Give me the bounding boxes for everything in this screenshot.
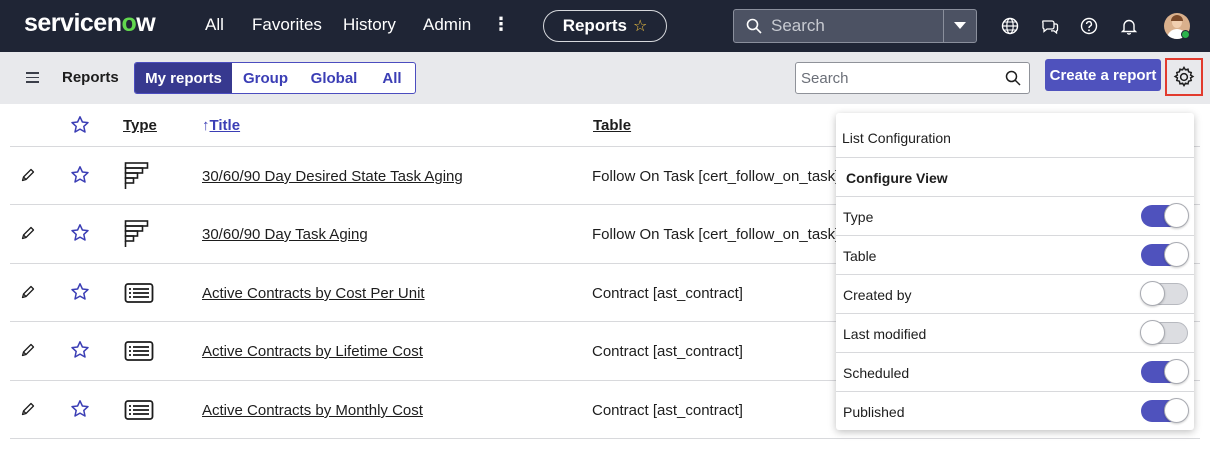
favorite-star-icon[interactable]	[70, 223, 90, 243]
search-icon[interactable]	[1005, 70, 1021, 86]
favorite-star-icon[interactable]	[70, 165, 90, 185]
config-option-label: Table	[843, 248, 877, 264]
list-search-placeholder: Search	[801, 70, 849, 87]
config-option-last-modified: Last modified	[836, 314, 1194, 353]
nav-favorites[interactable]: Favorites	[252, 15, 322, 35]
hamburger-icon[interactable]	[26, 72, 39, 86]
favorite-star-icon[interactable]	[70, 399, 90, 419]
report-title-link[interactable]: Active Contracts by Lifetime Cost	[202, 343, 423, 360]
report-table-name: Follow On Task [cert_follow_on_task]	[592, 168, 840, 185]
create-report-button[interactable]: Create a report	[1045, 59, 1161, 91]
globe-icon[interactable]	[1000, 16, 1020, 36]
edit-pencil-icon[interactable]	[20, 284, 36, 300]
config-option-scheduled: Scheduled	[836, 353, 1194, 392]
config-option-label: Type	[843, 209, 874, 225]
report-table-name: Follow On Task [cert_follow_on_task]	[592, 226, 840, 243]
toggle-scheduled[interactable]	[1141, 359, 1189, 384]
column-header-type[interactable]: Type	[123, 117, 157, 134]
nav-all[interactable]: All	[205, 15, 224, 35]
list-report-icon	[124, 400, 154, 420]
gear-icon	[1173, 66, 1195, 87]
nav-history[interactable]: History	[343, 15, 396, 35]
help-icon[interactable]	[1079, 16, 1099, 36]
segment-all[interactable]: All	[369, 63, 415, 93]
search-divider	[943, 10, 944, 42]
edit-pencil-icon[interactable]	[20, 167, 36, 183]
sort-ascending-icon: ↑	[202, 117, 210, 134]
report-table-name: Contract [ast_contract]	[592, 402, 743, 419]
list-report-icon	[124, 341, 154, 361]
horizontal-bar-chart-icon	[124, 162, 149, 189]
config-option-table: Table	[836, 236, 1194, 275]
chat-icon[interactable]	[1040, 16, 1060, 36]
toggle-table[interactable]	[1141, 242, 1189, 267]
report-title-link[interactable]: Active Contracts by Monthly Cost	[202, 402, 423, 419]
report-table-name: Contract [ast_contract]	[592, 285, 743, 302]
search-scope-dropdown-icon[interactable]	[954, 22, 966, 29]
app-pill-label: Reports	[562, 16, 627, 35]
config-option-label: Scheduled	[843, 365, 910, 381]
edit-pencil-icon[interactable]	[20, 225, 36, 241]
segment-my-reports[interactable]: My reports	[135, 63, 232, 93]
toggle-created-by[interactable]	[1140, 281, 1188, 306]
config-option-published: Published	[836, 392, 1194, 431]
search-icon	[746, 18, 762, 34]
online-status-dot	[1181, 30, 1190, 39]
report-title-link[interactable]: Active Contracts by Cost Per Unit	[202, 285, 425, 302]
nav-admin[interactable]: Admin	[423, 15, 471, 35]
list-report-icon	[124, 283, 154, 303]
page-title: Reports	[62, 69, 119, 86]
toggle-last-modified[interactable]	[1140, 320, 1188, 345]
column-header-table[interactable]: Table	[593, 117, 631, 134]
segment-global[interactable]: Global	[299, 63, 369, 93]
config-option-label: Published	[843, 404, 905, 420]
favorites-column-star-icon[interactable]	[70, 115, 90, 135]
column-header-title-label: Title	[209, 117, 241, 134]
list-configuration-panel: List Configuration Configure View Type T…	[836, 113, 1194, 430]
report-table-name: Contract [ast_contract]	[592, 343, 743, 360]
top-navigation-bar: servicenow All Favorites History Admin ⋮…	[0, 0, 1210, 52]
toggle-published[interactable]	[1141, 398, 1189, 423]
list-settings-button[interactable]	[1165, 58, 1203, 96]
config-option-label: Last modified	[843, 326, 927, 342]
report-title-link[interactable]: 30/60/90 Day Desired State Task Aging	[202, 168, 463, 185]
table-bottom-divider	[10, 438, 1200, 439]
list-search-input[interactable]: Search	[795, 62, 1030, 94]
global-search-placeholder: Search	[771, 16, 825, 35]
favorite-star-icon[interactable]	[70, 340, 90, 360]
config-option-label: Created by	[843, 287, 912, 303]
report-filter-segments: My reports Group Global All	[134, 62, 416, 94]
toggle-type[interactable]	[1141, 203, 1189, 228]
more-menu-icon[interactable]: ⋮	[492, 14, 510, 34]
edit-pencil-icon[interactable]	[20, 342, 36, 358]
favorite-star-icon[interactable]: ☆	[633, 16, 647, 36]
servicenow-logo[interactable]: servicenow	[24, 9, 156, 38]
configure-view-heading: Configure View	[846, 170, 948, 186]
favorite-star-icon[interactable]	[70, 282, 90, 302]
bell-icon[interactable]	[1119, 16, 1139, 36]
report-title-link[interactable]: 30/60/90 Day Task Aging	[202, 226, 368, 243]
config-option-type: Type	[836, 197, 1194, 236]
horizontal-bar-chart-icon	[124, 220, 149, 247]
segment-group[interactable]: Group	[232, 63, 299, 93]
panel-divider	[836, 157, 1194, 158]
panel-title: List Configuration	[842, 130, 951, 146]
config-option-created-by: Created by	[836, 275, 1194, 314]
column-header-title[interactable]: ↑Title	[202, 117, 240, 134]
global-search[interactable]: Search	[733, 9, 977, 43]
edit-pencil-icon[interactable]	[20, 401, 36, 417]
logo-text: servicenow	[24, 9, 156, 37]
app-pill-reports[interactable]: Reports ☆	[543, 10, 667, 42]
